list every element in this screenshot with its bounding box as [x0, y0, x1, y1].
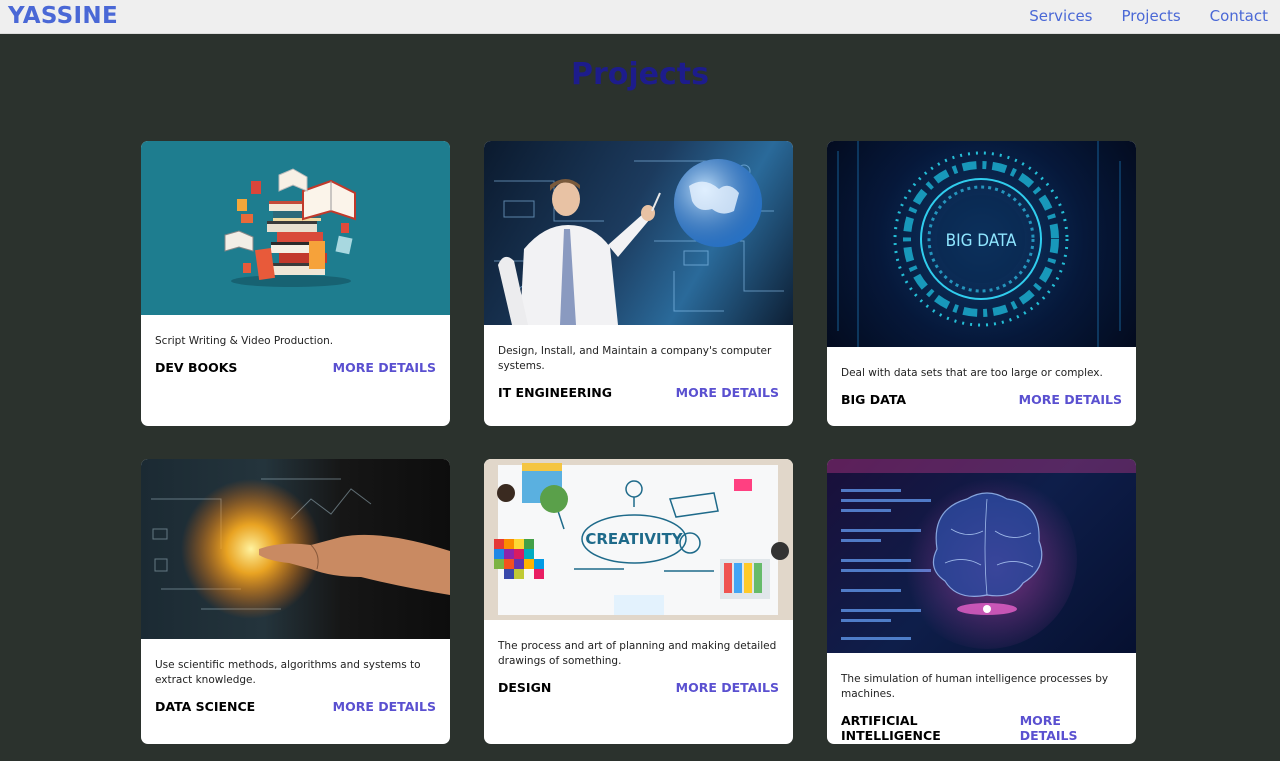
more-details-link[interactable]: MORE DETAILS [676, 385, 779, 400]
books-illustration-image [141, 141, 450, 315]
nav-link-projects[interactable]: Projects [1122, 7, 1181, 25]
project-card-data-science: Use scientific methods, algorithms and s… [141, 459, 450, 744]
logo[interactable]: YASSINE [8, 3, 118, 29]
card-title: DATA SCIENCE [155, 699, 256, 714]
page-title: Projects [570, 57, 709, 92]
card-title: ARTIFICIAL INTELLIGENCE [841, 713, 941, 743]
card-description: The simulation of human intelligence pro… [841, 673, 1109, 700]
nav-link-contact[interactable]: Contact [1210, 7, 1268, 25]
card-title: DEV BOOKS [155, 360, 238, 375]
more-details-link[interactable]: MORE DETAILS [333, 699, 436, 714]
card-description: Script Writing & Video Production. [155, 335, 334, 347]
card-description: The process and art of planning and maki… [498, 640, 777, 667]
engineer-globe-image [484, 141, 793, 325]
nav-link-services[interactable]: Services [1029, 7, 1092, 25]
big-data-image-text: BIG DATA [946, 231, 1017, 251]
card-description: Deal with data sets that are too large o… [841, 367, 1103, 379]
card-description: Design, Install, and Maintain a company'… [498, 345, 772, 372]
card-title: IT ENGINEERING [498, 385, 612, 400]
big-data-image: BIG DATA [827, 141, 1136, 347]
nav-links: Services Projects Contact [1029, 7, 1268, 25]
project-card-it-engineering: Design, Install, and Maintain a company'… [484, 141, 793, 426]
ai-brain-image [827, 459, 1136, 653]
project-card-artificial-intelligence: The simulation of human intelligence pro… [827, 459, 1136, 744]
card-title: DESIGN [498, 680, 552, 695]
navbar: YASSINE Services Projects Contact [0, 0, 1280, 34]
project-card-design: CREATIVITY The process and art of planni… [484, 459, 793, 744]
project-card-big-data: BIG DATA Deal with data sets that are to… [827, 141, 1136, 426]
creativity-desk-image: CREATIVITY [484, 459, 793, 620]
more-details-link[interactable]: MORE DETAILS [1020, 713, 1122, 743]
data-science-image [141, 459, 450, 639]
more-details-link[interactable]: MORE DETAILS [676, 680, 779, 695]
creativity-image-text: CREATIVITY [585, 530, 683, 548]
more-details-link[interactable]: MORE DETAILS [1019, 392, 1122, 407]
more-details-link[interactable]: MORE DETAILS [333, 360, 436, 375]
card-title: BIG DATA [841, 392, 907, 407]
project-card-dev-books: Script Writing & Video Production. DEV B… [141, 141, 450, 426]
card-description: Use scientific methods, algorithms and s… [155, 659, 421, 686]
